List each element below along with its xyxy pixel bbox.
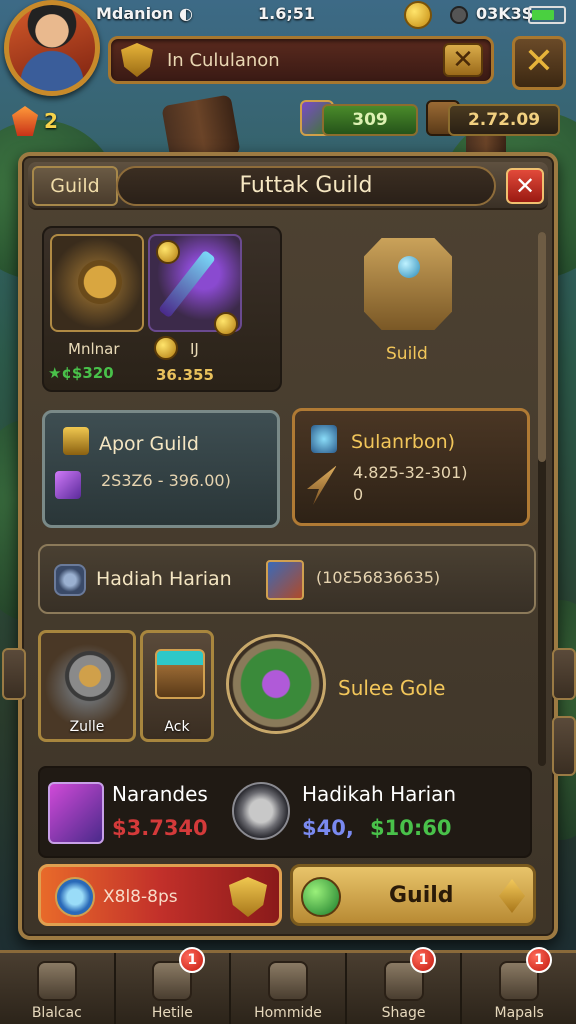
- item-slot-staff[interactable]: [148, 234, 242, 336]
- gear-shield-icon: [61, 647, 119, 705]
- crystal-orb-icon[interactable]: [226, 634, 326, 734]
- card-sub2-sulanrbon: 0: [353, 485, 364, 504]
- daily-reward-value: (10Ɛ56836635): [316, 568, 441, 587]
- anvil-icon: [267, 961, 308, 1001]
- nav-item-home[interactable]: Blalcac: [0, 953, 116, 1024]
- rewards-strip: Narandes $3.7340 Hadikah Harian $40, $10…: [38, 766, 532, 858]
- shield-icon: [229, 877, 267, 917]
- strip-right-value-b: $10:60: [370, 816, 452, 840]
- strip-right-title: Hadikah Harian: [302, 782, 457, 806]
- status-bar: Mdanion ◐ 1.6;51 03K3S: [0, 0, 576, 30]
- close-panel-button[interactable]: ✕: [506, 168, 544, 204]
- nav-label: Shage: [381, 1005, 426, 1021]
- guild-hall-icon: [63, 427, 89, 455]
- close-icon-button[interactable]: ✕: [512, 36, 566, 90]
- red-action-button[interactable]: X8l8-8ps: [38, 864, 282, 926]
- orb-label: Sulee Gole: [338, 676, 446, 700]
- card-sub-apor: 2S3Z6 - 396.00): [101, 471, 231, 490]
- strip-left-title: Narandes: [112, 782, 208, 806]
- crystal-icon: [55, 471, 81, 499]
- green-resource-bar[interactable]: 309: [322, 104, 418, 136]
- equipment-card: Mnlnar ★¢$320 IJ 36.355: [42, 226, 282, 392]
- nav-item-shage[interactable]: Shage 1: [347, 947, 463, 1024]
- daily-reward-row[interactable]: Hadiah Harian (10Ɛ56836635): [38, 544, 536, 614]
- treasure-chest-icon: [155, 649, 205, 699]
- item-label-2: IJ: [190, 340, 199, 358]
- clock-text: 1.6;51: [258, 4, 316, 23]
- emblem-gem-icon: [398, 256, 420, 278]
- item-label-1: Mnlnar: [68, 340, 120, 358]
- notification-badge: 1: [179, 947, 206, 973]
- search-bar[interactable]: In Cululanon ✕: [108, 36, 494, 84]
- left-nav-handle[interactable]: [2, 648, 26, 700]
- shield-icon: [121, 43, 153, 77]
- notification-badge: 1: [410, 947, 437, 973]
- gem-count: 2: [44, 109, 58, 133]
- nav-label: Blalcac: [31, 1005, 82, 1021]
- item-slot-armor[interactable]: [50, 234, 144, 332]
- shield-badge-icon: [214, 312, 238, 336]
- coin-icon: [154, 336, 178, 360]
- red-button-label: X8l8-8ps: [103, 887, 178, 907]
- nav-label: Hetile: [151, 1005, 193, 1021]
- nav-item-hommide[interactable]: Hommide: [231, 953, 347, 1024]
- battery-icon: [528, 6, 566, 24]
- gem-counter: 2: [12, 106, 58, 136]
- card-title-apor: Apor Guild: [99, 433, 199, 455]
- right-nav-handle-2[interactable]: [552, 716, 576, 776]
- tile-label: Ack: [164, 719, 190, 735]
- item-value-2: 36.355: [156, 366, 214, 384]
- sword-icon: [307, 465, 337, 505]
- coin-icon: [404, 1, 432, 29]
- potion-icon: [55, 877, 95, 917]
- strip-right-value-a: $40,: [302, 816, 354, 840]
- scroll-thumb[interactable]: [538, 232, 546, 462]
- guild-emblem-label: Suild: [386, 344, 428, 364]
- guild-emblem-icon[interactable]: [364, 238, 452, 330]
- panel-title-bar: Guild Futtak Guild ✕: [28, 162, 548, 210]
- guild-panel: Guild Futtak Guild ✕ Mnlnar ★¢$320 IJ 36…: [18, 152, 558, 940]
- tile-ack[interactable]: Ack: [140, 630, 214, 742]
- gem-icon: [12, 106, 38, 136]
- silver-coin-icon[interactable]: [232, 782, 290, 840]
- guild-button-label: Guild: [389, 883, 454, 908]
- apor-guild-card[interactable]: Apor Guild 2S3Z6 - 396.00): [42, 410, 280, 528]
- tile-zulle[interactable]: Zulle: [38, 630, 136, 742]
- clear-search-button[interactable]: ✕: [443, 43, 483, 77]
- carrier-text: Mdanion ◐: [96, 4, 193, 23]
- settings-dot-icon: [450, 6, 468, 24]
- armor-icon: [72, 254, 128, 310]
- notification-badge: 1: [525, 947, 552, 973]
- item-value-1: ★¢$320: [48, 364, 114, 382]
- arrow-icon: [499, 879, 525, 913]
- nav-label: Hommide: [254, 1005, 322, 1021]
- house-icon: [36, 961, 77, 1001]
- card-title-sulanrbon: Sulanrbon): [351, 431, 456, 453]
- network-text: 03K3S: [476, 4, 534, 23]
- guild-button[interactable]: Guild: [290, 864, 536, 926]
- scrollbar[interactable]: [538, 232, 546, 766]
- gold-resource-bar[interactable]: 2.72.09: [448, 104, 560, 136]
- green-orb-icon: [301, 877, 341, 917]
- daily-reward-title: Hadiah Harian: [96, 568, 232, 590]
- blue-gem-icon: [311, 425, 337, 453]
- card-sub-sulanrbon: 4.825-32-301): [353, 463, 468, 482]
- tab-guild[interactable]: Guild: [32, 166, 118, 206]
- coin-icon: [156, 240, 180, 264]
- panel-title: Futtak Guild: [116, 166, 496, 206]
- daily-reward-icon: [54, 564, 86, 596]
- search-text: In Cululanon: [167, 49, 280, 71]
- bottom-nav: Blalcac Hetile 1 Hommide Shage 1 Mapals …: [0, 947, 576, 1024]
- right-nav-handle[interactable]: [552, 648, 576, 700]
- nav-item-mapals[interactable]: Mapals 1: [462, 947, 576, 1024]
- nav-item-hetile[interactable]: Hetile 1: [116, 947, 232, 1024]
- hammer-icon: [266, 560, 304, 600]
- sulanrbon-card[interactable]: Sulanrbon) 4.825-32-301) 0: [292, 408, 530, 526]
- strip-left-value: $3.7340: [112, 816, 208, 840]
- crystal-card-icon[interactable]: [48, 782, 104, 844]
- nav-label: Mapals: [494, 1005, 544, 1021]
- tile-label: Zulle: [69, 719, 105, 735]
